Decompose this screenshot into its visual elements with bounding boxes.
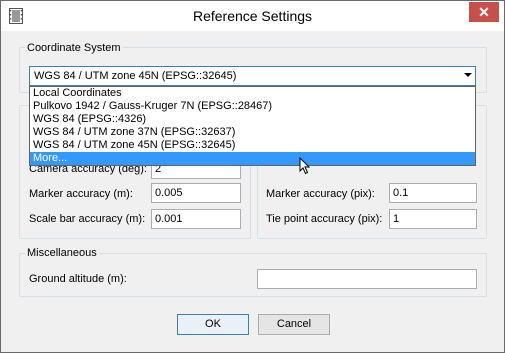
miscellaneous-group-title: Miscellaneous	[25, 247, 99, 259]
dropdown-option[interactable]: WGS 84 / UTM zone 45N (EPSG::32645)	[30, 139, 475, 152]
dropdown-option[interactable]: WGS 84 / UTM zone 37N (EPSG::32637)	[30, 126, 475, 139]
close-button[interactable]: ✕	[469, 2, 499, 22]
ground-altitude-label: Ground altitude (m):	[29, 273, 127, 285]
reference-settings-dialog: Reference Settings ✕ Coordinate System W…	[0, 0, 505, 353]
coordinate-system-dropdown-list: Local Coordinates Pulkovo 1942 / Gauss-K…	[29, 86, 476, 166]
tie-point-accuracy-input[interactable]	[390, 210, 476, 228]
ok-button[interactable]: OK	[177, 314, 249, 335]
coordinate-system-group-title: Coordinate System	[25, 42, 123, 54]
coordinate-system-selected-value: WGS 84 / UTM zone 45N (EPSG::32645)	[34, 70, 237, 82]
chevron-down-icon[interactable]	[464, 73, 472, 77]
dropdown-option[interactable]: Local Coordinates	[30, 87, 475, 100]
coordinate-system-combobox[interactable]: WGS 84 / UTM zone 45N (EPSG::32645)	[29, 66, 476, 86]
marker-accuracy-m-label: Marker accuracy (m):	[29, 188, 133, 200]
tie-point-accuracy-label: Tie point accuracy (pix):	[266, 213, 383, 225]
mouse-pointer-icon	[299, 157, 311, 175]
marker-accuracy-pix-label: Marker accuracy (pix):	[266, 188, 375, 200]
marker-accuracy-m-field[interactable]	[151, 183, 241, 203]
window-title: Reference Settings	[192, 8, 313, 24]
scale-bar-accuracy-label: Scale bar accuracy (m):	[29, 213, 146, 225]
tie-point-accuracy-field[interactable]	[389, 209, 477, 229]
marker-accuracy-m-input[interactable]	[152, 184, 240, 202]
dropdown-option[interactable]: Pulkovo 1942 / Gauss-Kruger 7N (EPSG::28…	[30, 100, 475, 113]
ground-altitude-field[interactable]	[257, 269, 477, 289]
scale-bar-accuracy-field[interactable]	[151, 209, 241, 229]
close-icon: ✕	[478, 4, 490, 20]
marker-accuracy-pix-input[interactable]	[390, 184, 476, 202]
ground-altitude-input[interactable]	[258, 270, 476, 288]
cancel-button[interactable]: Cancel	[258, 314, 330, 335]
dropdown-option[interactable]: WGS 84 (EPSG::4326)	[30, 113, 475, 126]
scale-bar-accuracy-input[interactable]	[152, 210, 240, 228]
title-bar: Reference Settings ✕	[1, 1, 504, 31]
dropdown-option-more[interactable]: More...	[30, 152, 475, 165]
marker-accuracy-pix-field[interactable]	[389, 183, 477, 203]
